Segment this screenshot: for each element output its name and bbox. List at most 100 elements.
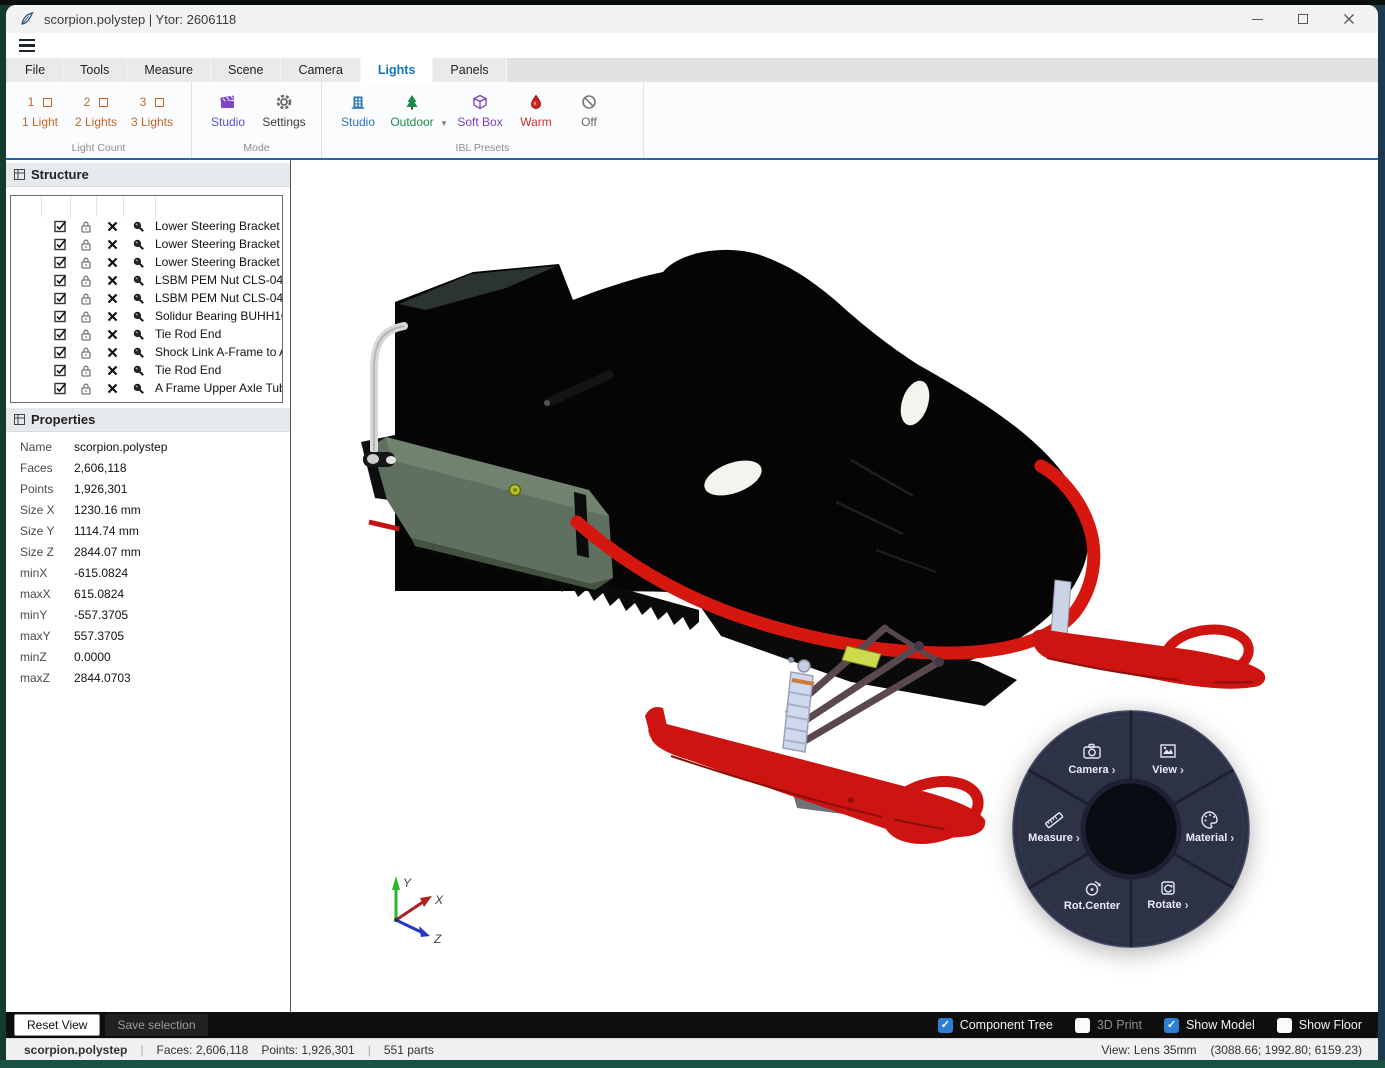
radial-material-item[interactable]: Material›	[1186, 831, 1235, 845]
delete-x-icon[interactable]	[99, 382, 125, 395]
lock-icon[interactable]	[73, 220, 99, 233]
delete-x-icon[interactable]	[99, 274, 125, 287]
ibl-outdoor-button[interactable]: Outdoor	[386, 91, 438, 129]
visibility-checkbox-icon[interactable]	[47, 256, 73, 269]
magnifier-icon[interactable]	[125, 238, 151, 251]
one-light-button[interactable]: 1 1 Light	[12, 91, 68, 129]
settings-button[interactable]: Settings	[256, 91, 312, 129]
minimize-button[interactable]	[1234, 5, 1280, 33]
visibility-checkbox-icon[interactable]	[47, 238, 73, 251]
tree-row[interactable]: Shock Link A-Frame to A	[11, 343, 282, 361]
ribbon-tab[interactable]: Camera	[281, 58, 360, 82]
delete-x-icon[interactable]	[99, 292, 125, 305]
visibility-checkbox-icon[interactable]	[47, 274, 73, 287]
magnifier-icon[interactable]	[125, 274, 151, 287]
checkbox-icon[interactable]	[1075, 1018, 1090, 1033]
delete-x-icon[interactable]	[99, 328, 125, 341]
ibl-studio-button[interactable]: Studio	[330, 91, 386, 129]
reset-view-button[interactable]: Reset View	[14, 1014, 100, 1036]
visibility-checkbox-icon[interactable]	[47, 364, 73, 377]
delete-x-icon[interactable]	[99, 256, 125, 269]
radial-measure-item[interactable]: Measure›	[1028, 831, 1080, 845]
hamburger-menu-icon[interactable]	[19, 39, 35, 52]
3d-viewport[interactable]: Y X Z	[291, 160, 1378, 1012]
right-ski[interactable]	[1032, 580, 1265, 689]
ribbon-tab[interactable]: Tools	[63, 58, 127, 82]
toggle-checkbox[interactable]: Component Tree	[938, 1018, 1053, 1033]
save-selection-button[interactable]: Save selection	[105, 1014, 207, 1036]
tree-row[interactable]: A Frame Upper Axle Tub	[11, 379, 282, 397]
delete-x-icon[interactable]	[99, 346, 125, 359]
magnifier-icon[interactable]	[125, 310, 151, 323]
visibility-checkbox-icon[interactable]	[47, 346, 73, 359]
ribbon-tab[interactable]: Scene	[211, 58, 281, 82]
tree-row[interactable]: Solidur Bearing BUHH10	[11, 307, 282, 325]
lock-icon[interactable]	[73, 310, 99, 323]
toggle-checkbox[interactable]: 3D Print	[1075, 1018, 1142, 1033]
structure-panel-header[interactable]: Structure	[6, 163, 290, 187]
maximize-button[interactable]	[1280, 5, 1326, 33]
ibl-softbox-button[interactable]: Soft Box	[450, 91, 510, 129]
ribbon-group-ibl-presets: Studio Outdoor ▾ Soft Box	[322, 82, 644, 158]
visibility-checkbox-icon[interactable]	[47, 220, 73, 233]
magnifier-icon[interactable]	[125, 328, 151, 341]
lock-icon[interactable]	[73, 364, 99, 377]
rotation-center-icon	[1081, 877, 1103, 899]
checkbox-icon[interactable]	[1164, 1018, 1179, 1033]
radial-rotcenter-item[interactable]: Rot.Center	[1064, 900, 1120, 912]
magnifier-icon[interactable]	[125, 364, 151, 377]
lock-icon[interactable]	[73, 292, 99, 305]
delete-x-icon[interactable]	[99, 220, 125, 233]
ribbon-tab[interactable]: Lights	[361, 58, 434, 82]
lock-icon[interactable]	[73, 274, 99, 287]
visibility-checkbox-icon[interactable]	[47, 292, 73, 305]
delete-x-icon[interactable]	[99, 238, 125, 251]
ribbon-tab[interactable]: Measure	[127, 58, 211, 82]
tree-row[interactable]: Lower Steering Bracket M	[11, 253, 282, 271]
radial-view-item[interactable]: View›	[1152, 763, 1184, 777]
lock-icon[interactable]	[73, 382, 99, 395]
three-lights-button[interactable]: 3 3 Lights	[124, 91, 180, 129]
ribbon-tab[interactable]: File	[8, 58, 63, 82]
mode-studio-label: Studio	[211, 115, 245, 129]
properties-panel-header[interactable]: Properties	[6, 408, 290, 432]
close-button[interactable]	[1326, 5, 1372, 33]
ibl-warm-button[interactable]: Warm	[510, 91, 562, 129]
toggle-checkbox[interactable]: Show Model	[1164, 1018, 1255, 1033]
lock-icon[interactable]	[73, 346, 99, 359]
tree-row[interactable]: Lower Steering Bracket M	[11, 217, 282, 235]
magnifier-icon[interactable]	[125, 220, 151, 233]
tree-row[interactable]: Lower Steering Bracket M	[11, 235, 282, 253]
radial-camera-item[interactable]: Camera›	[1068, 763, 1115, 777]
magnifier-icon[interactable]	[125, 292, 151, 305]
visibility-checkbox-icon[interactable]	[47, 328, 73, 341]
ibl-softbox-label: Soft Box	[457, 115, 502, 129]
lock-icon[interactable]	[73, 328, 99, 341]
tree-row[interactable]: Tie Rod End	[11, 325, 282, 343]
ribbon-tab[interactable]: Panels	[433, 58, 506, 82]
magnifier-icon[interactable]	[125, 382, 151, 395]
ibl-off-button[interactable]: Off	[562, 91, 616, 129]
tree-row[interactable]: LSBM PEM Nut CLS-0420	[11, 289, 282, 307]
magnifier-icon[interactable]	[125, 256, 151, 269]
delete-x-icon[interactable]	[99, 310, 125, 323]
tree-row[interactable]: LSBM PEM Nut CLS-0420	[11, 271, 282, 289]
tree-row[interactable]: Tie Rod End	[11, 361, 282, 379]
y-axis-label: Y	[403, 876, 412, 890]
snowmobile-body[interactable]	[395, 250, 1089, 670]
magnifier-icon[interactable]	[125, 346, 151, 359]
left-ski[interactable]	[645, 707, 985, 847]
checkbox-icon[interactable]	[938, 1018, 953, 1033]
mode-studio-button[interactable]: Studio	[200, 91, 256, 129]
lock-icon[interactable]	[73, 256, 99, 269]
light-square-icon	[155, 98, 164, 107]
lock-icon[interactable]	[73, 238, 99, 251]
visibility-checkbox-icon[interactable]	[47, 310, 73, 323]
visibility-checkbox-icon[interactable]	[47, 382, 73, 395]
checkbox-icon[interactable]	[1277, 1018, 1292, 1033]
outdoor-dropdown-caret[interactable]: ▾	[438, 118, 450, 129]
radial-rotate-item[interactable]: Rotate›	[1147, 898, 1188, 912]
delete-x-icon[interactable]	[99, 364, 125, 377]
toggle-checkbox[interactable]: Show Floor	[1277, 1018, 1362, 1033]
two-lights-button[interactable]: 2 2 Lights	[68, 91, 124, 129]
